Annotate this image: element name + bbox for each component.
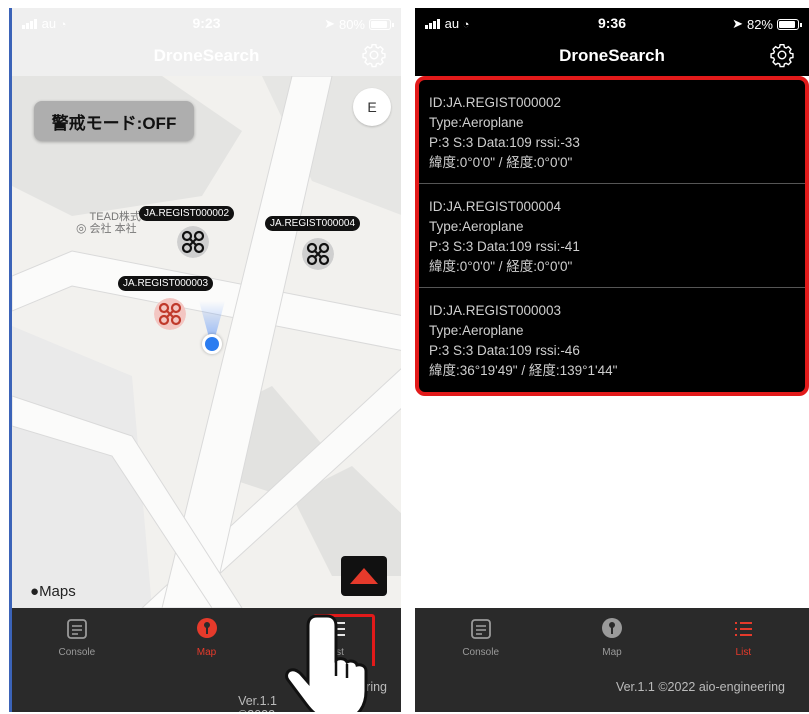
- drone-meta: P:3 S:3 Data:109 rssi:-46: [429, 343, 580, 358]
- list-icon: [735, 622, 753, 636]
- phone-screen-list: au ◔ 9:36 ➤ 82% DroneSearch ID:JA.REGIST…: [415, 8, 809, 712]
- location-arrow-icon: ➤: [732, 16, 743, 31]
- drone-meta: P:3 S:3 Data:109 rssi:-33: [429, 135, 580, 150]
- drone-list-area: ID:JA.REGIST000002 Type:Aeroplane P:3 S:…: [415, 76, 809, 608]
- battery-icon: [369, 18, 394, 30]
- drone-coords: 緯度:0°0'0" / 経度:0°0'0": [429, 259, 573, 274]
- drone-icon-warning[interactable]: [154, 298, 186, 330]
- user-location-dot: [202, 334, 222, 354]
- battery-percent: 80%: [338, 16, 365, 32]
- tab-list[interactable]: List: [678, 608, 809, 666]
- drone-type: Type:Aeroplane: [429, 323, 524, 338]
- drone-id: ID:JA.REGIST000003: [429, 303, 562, 318]
- drone-label[interactable]: JA.REGIST000004: [265, 216, 361, 231]
- app-title: DroneSearch: [559, 46, 665, 65]
- map-poi: ◎ TEAD株式 会社 本社: [76, 211, 141, 235]
- console-icon: [66, 619, 87, 639]
- drone-id: ID:JA.REGIST000002: [429, 95, 562, 110]
- version-text: Ver.1.1 ©2022 aio-engineering: [615, 680, 785, 694]
- pointing-hand-icon: [285, 614, 368, 712]
- tab-console[interactable]: Console: [415, 608, 546, 666]
- status-bar: au ◔ 9:23 ➤ 80%: [12, 8, 401, 38]
- footer: Ver.1.1 ©2022 aio-engineering: [415, 666, 809, 712]
- app-title: DroneSearch: [153, 46, 260, 65]
- alert-mode-button[interactable]: 警戒モード:OFF: [34, 101, 194, 141]
- list-item[interactable]: ID:JA.REGIST000002 Type:Aeroplane P:3 S:…: [419, 80, 805, 184]
- map-view[interactable]: 警戒モード:OFF E ◎ TEAD株式 会社 本社 JA.REGIST00000…: [12, 76, 401, 608]
- drone-id: ID:JA.REGIST000004: [429, 199, 562, 214]
- tab-console[interactable]: Console: [12, 608, 142, 666]
- location-arrow-icon: ➤: [324, 16, 335, 31]
- drone-icon[interactable]: [302, 238, 334, 270]
- list-item[interactable]: ID:JA.REGIST000003 Type:Aeroplane P:3 S:…: [419, 288, 805, 392]
- tab-map[interactable]: Map: [546, 608, 677, 666]
- nav-bar: DroneSearch: [415, 38, 809, 76]
- expand-up-button[interactable]: [341, 556, 387, 596]
- building-icon: ◎: [76, 221, 87, 235]
- map-pin-icon: [601, 618, 622, 638]
- status-bar: au ◔ 9:36 ➤ 82%: [415, 8, 809, 38]
- battery-status: ➤ 80%: [324, 16, 394, 32]
- tab-map[interactable]: Map: [142, 608, 272, 666]
- tab-bar: Console Map List: [415, 608, 809, 666]
- battery-icon: [777, 18, 802, 30]
- compass-button[interactable]: E: [353, 88, 391, 126]
- drone-type: Type:Aeroplane: [429, 219, 524, 234]
- battery-percent: 82%: [746, 16, 773, 32]
- drone-coords: 緯度:0°0'0" / 経度:0°0'0": [429, 155, 573, 170]
- drone-list: ID:JA.REGIST000002 Type:Aeroplane P:3 S:…: [415, 76, 809, 396]
- map-pin-icon: [196, 618, 217, 638]
- list-item[interactable]: ID:JA.REGIST000004 Type:Aeroplane P:3 S:…: [419, 184, 805, 288]
- phone-screen-map: au ◔ 9:23 ➤ 80% DroneSearch 警戒モード:OFF E …: [9, 8, 401, 712]
- drone-label[interactable]: JA.REGIST000002: [139, 206, 235, 221]
- apple-maps-logo: ●Maps: [30, 583, 76, 600]
- console-icon: [470, 619, 491, 639]
- drone-type: Type:Aeroplane: [429, 115, 524, 130]
- settings-gear-icon[interactable]: [769, 42, 795, 68]
- drone-label[interactable]: JA.REGIST000003: [118, 276, 214, 291]
- drone-icon[interactable]: [177, 226, 209, 258]
- drone-coords: 緯度:36°19'49" / 経度:139°1'44": [429, 363, 618, 378]
- triangle-up-icon: [350, 568, 378, 584]
- nav-bar: DroneSearch: [12, 38, 401, 76]
- drone-meta: P:3 S:3 Data:109 rssi:-41: [429, 239, 580, 254]
- battery-status: ➤ 82%: [732, 16, 802, 32]
- settings-gear-icon[interactable]: [361, 42, 387, 68]
- apple-icon: ●: [30, 583, 40, 600]
